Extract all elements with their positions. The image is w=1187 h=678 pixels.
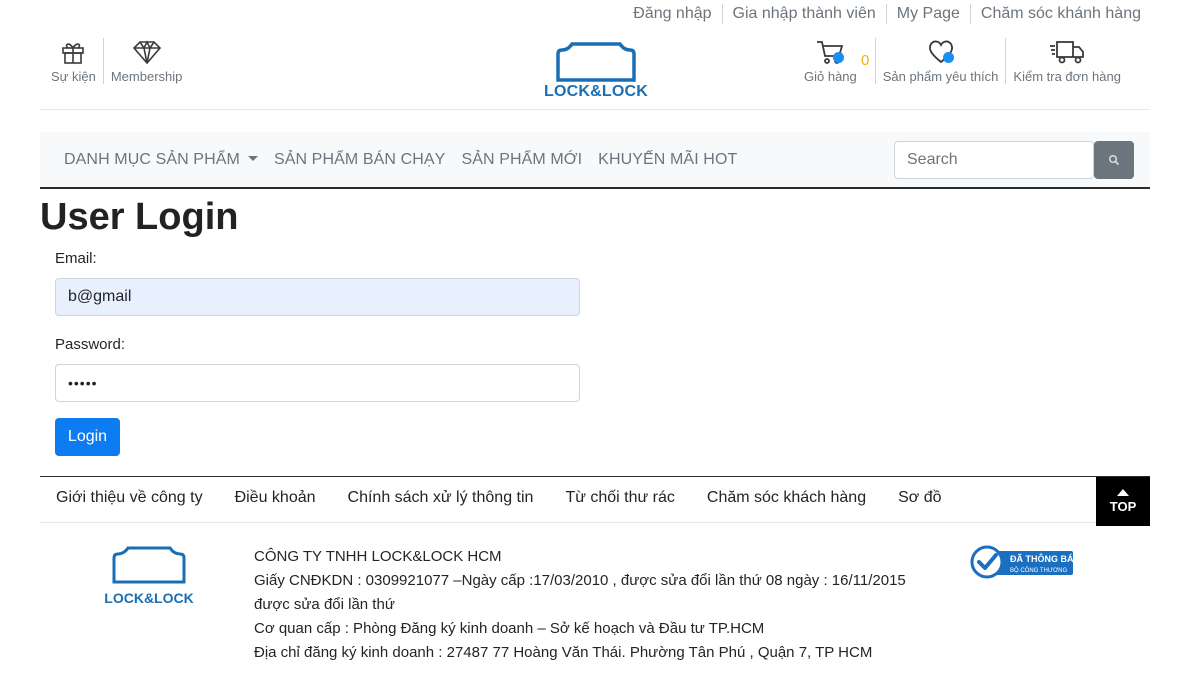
company-name: CÔNG TY TNHH LOCK&LOCK HCM (254, 548, 502, 565)
company-license: Giấy CNĐKDN : 0309921077 –Ngày cấp :17/0… (254, 572, 906, 589)
footer-link-sitemap[interactable]: Sơ đồ (898, 489, 941, 507)
heart-icon (927, 38, 955, 66)
footer-logo-text: LOCK&LOCK (104, 590, 194, 606)
footer-link-support[interactable]: Chăm sóc khách hàng (707, 489, 866, 507)
gift-icon (60, 38, 86, 66)
search-input[interactable] (894, 141, 1094, 179)
ministry-badge[interactable]: ĐÃ THÔNG BÁO BỘ CÔNG THƯƠNG (970, 545, 1081, 584)
header-divider (40, 109, 1150, 110)
membership-label: Membership (110, 69, 183, 84)
logo-mark (556, 42, 636, 82)
footer-link-privacy[interactable]: Chính sách xử lý thông tin (348, 489, 534, 507)
logo-text: LOCK&LOCK (543, 83, 648, 100)
register-link[interactable]: Gia nhập thành viên (721, 4, 886, 24)
wishlist-badge-dot (942, 52, 954, 63)
nav-links: DANH MỤC SẢN PHẨM SẢN PHẨM BÁN CHẠY SẢN … (64, 151, 753, 169)
track-order-label: Kiểm tra đơn hàng (1013, 69, 1121, 84)
back-to-top-button[interactable]: TOP (1096, 477, 1150, 526)
wishlist-link[interactable]: Sản phẩm yêu thích (874, 38, 1006, 84)
nav-categories-dropdown[interactable]: DANH MỤC SẢN PHẨM (64, 151, 258, 169)
cart-link[interactable]: Giỏ hàng 0 (797, 38, 875, 84)
password-field[interactable]: ••••• (55, 364, 580, 402)
login-button[interactable]: Login (55, 418, 120, 456)
header-right: Giỏ hàng 0 Sản phẩm yêu thích Kiểm tra đ… (797, 38, 1128, 84)
customer-care-link[interactable]: Chăm sóc khánh hàng (969, 4, 1151, 24)
header-left: Sự kiện Membership (44, 38, 189, 84)
site-logo[interactable]: LOCK&LOCK (540, 40, 652, 101)
footer-logo: LOCK&LOCK (103, 544, 195, 606)
badge-line1: ĐÃ THÔNG BÁO (1010, 553, 1074, 564)
truck-icon (1049, 38, 1085, 66)
main-navbar: DANH MỤC SẢN PHẨM SẢN PHẨM BÁN CHẠY SẢN … (40, 132, 1150, 189)
page-title: User Login (40, 196, 239, 238)
company-license-cont: được sửa đổi lần thứ (254, 596, 395, 613)
chevron-down-icon (247, 155, 258, 161)
cart-count: 0 (861, 52, 870, 69)
events-link[interactable]: Sự kiện (44, 38, 103, 84)
events-label: Sự kiện (51, 69, 96, 84)
arrow-up-icon (1117, 489, 1129, 496)
diamond-icon (132, 38, 162, 66)
cart-label: Giỏ hàng (804, 69, 857, 84)
badge-line2: BỘ CÔNG THƯƠNG (1010, 567, 1067, 574)
cart-icon (816, 38, 845, 66)
email-field[interactable]: b@gmail (55, 278, 580, 316)
login-link[interactable]: Đăng nhập (623, 4, 721, 24)
footer-links: Giới thiệu về công ty Điều khoản Chính s… (56, 489, 974, 507)
search-icon (1109, 155, 1120, 166)
footer-link-about[interactable]: Giới thiệu về công ty (56, 489, 203, 507)
nav-new-products[interactable]: SẢN PHẨM MỚI (461, 151, 582, 169)
track-order-link[interactable]: Kiểm tra đơn hàng (1005, 38, 1128, 84)
top-links: Đăng nhập Gia nhập thành viên My Page Ch… (623, 4, 1151, 24)
back-to-top-label: TOP (1109, 499, 1137, 514)
company-issuer: Cơ quan cấp : Phòng Đăng ký kinh doanh –… (254, 620, 765, 637)
my-page-link[interactable]: My Page (885, 4, 970, 24)
nav-bestsellers[interactable]: SẢN PHẨM BÁN CHẠY (274, 151, 446, 169)
company-address: Địa chỉ đăng ký kinh doanh : 27487 77 Ho… (254, 644, 873, 661)
footer-logo-mark (112, 546, 186, 584)
company-info: CÔNG TY TNHH LOCK&LOCK HCM Giấy CNĐKDN :… (254, 545, 906, 665)
email-label: Email: (55, 250, 97, 267)
footer-link-terms[interactable]: Điều khoản (235, 489, 316, 507)
footer-nav: Giới thiệu về công ty Điều khoản Chính s… (40, 476, 1150, 526)
membership-link[interactable]: Membership (102, 38, 190, 84)
password-label: Password: (55, 336, 126, 353)
footer-link-spam[interactable]: Từ chối thư rác (565, 489, 674, 507)
nav-hot-deals[interactable]: KHUYẾN MÃI HOT (598, 151, 737, 169)
search-button[interactable] (1094, 141, 1134, 179)
wishlist-label: Sản phẩm yêu thích (882, 69, 999, 84)
nav-categories-label: DANH MỤC SẢN PHẨM (64, 151, 240, 168)
